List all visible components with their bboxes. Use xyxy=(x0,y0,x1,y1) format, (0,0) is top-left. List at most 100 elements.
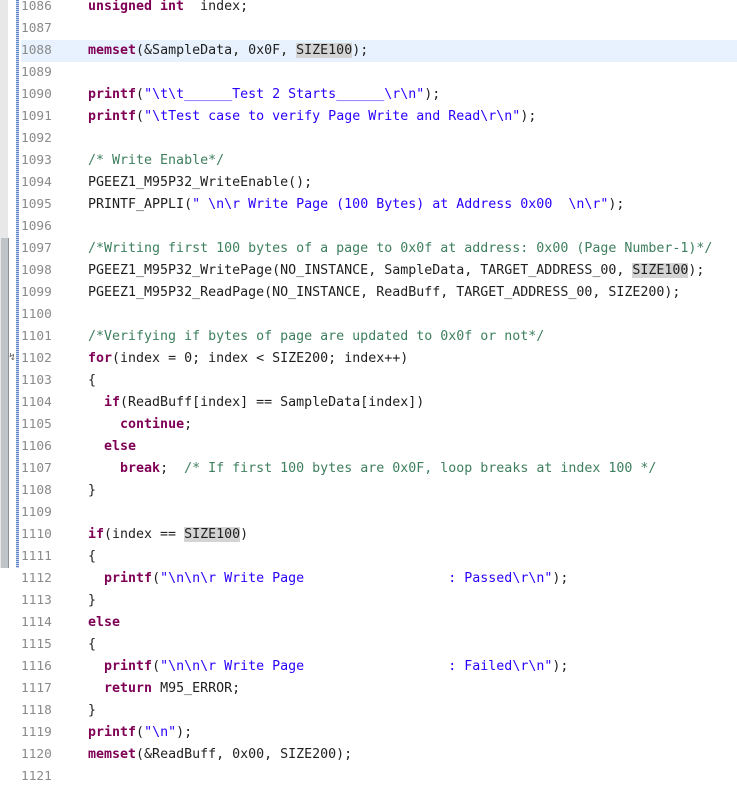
line-number: 1090 xyxy=(21,87,52,102)
code-token: { xyxy=(88,373,97,388)
line-code: unsigned int index; xyxy=(88,0,248,18)
code-line[interactable]: 1105 continue; xyxy=(21,414,737,436)
line-number: 1121 xyxy=(21,769,52,784)
code-line[interactable]: 1119 printf("\n"); xyxy=(21,722,737,744)
line-number: 1103 xyxy=(21,373,52,388)
code-token: index; xyxy=(184,0,249,14)
code-line[interactable]: 1087 xyxy=(21,18,737,40)
line-code: /*Writing first 100 bytes of a page to 0… xyxy=(88,238,712,260)
code-line[interactable]: 1103 { xyxy=(21,370,737,392)
code-token: PRINTF_APPLI( xyxy=(88,197,193,212)
line-code: memset(&ReadBuff, 0x00, SIZE200); xyxy=(88,744,352,766)
line-number: 1113 xyxy=(21,593,52,608)
code-line[interactable]: 1111 { xyxy=(21,546,737,568)
code-line[interactable]: 1088 memset(&SampleData, 0x0F, SIZE100); xyxy=(21,40,737,62)
code-line[interactable]: 1089 xyxy=(21,62,737,84)
comment-token: /*Writing first 100 bytes of a page to 0… xyxy=(88,241,713,256)
code-line[interactable]: 1110 if(index == SIZE100) xyxy=(21,524,737,546)
code-line[interactable]: 1108} xyxy=(21,480,737,502)
line-code: printf("\n\n\r Write Page : Failed\r\n")… xyxy=(88,656,568,678)
code-token: ; xyxy=(184,417,193,432)
keyword-token: else xyxy=(88,615,121,630)
breakpoint-icon[interactable]: ↯ xyxy=(9,352,15,363)
code-line[interactable]: 1121 xyxy=(21,766,737,788)
line-code: { xyxy=(88,370,96,392)
code-line[interactable]: 1117 return M95_ERROR; xyxy=(21,678,737,700)
code-line[interactable]: 1094 PGEEZ1_M95P32_WriteEnable(); xyxy=(21,172,737,194)
code-token: } xyxy=(88,593,97,608)
code-line[interactable]: 1099 PGEEZ1_M95P32_ReadPage(NO_INSTANCE, … xyxy=(21,282,737,304)
line-number: 1092 xyxy=(21,131,52,146)
code-line[interactable]: 1096 xyxy=(21,216,737,238)
line-number: 1108 xyxy=(21,483,52,498)
line-number: 1096 xyxy=(21,219,52,234)
code-line[interactable]: 1098 PGEEZ1_M95P32_WritePage(NO_INSTANCE,… xyxy=(21,260,737,282)
code-line[interactable]: 1104 if(ReadBuff[index] == SampleData[in… xyxy=(21,392,737,414)
keyword-token: for xyxy=(88,351,113,366)
line-number: 1120 xyxy=(21,747,52,762)
line-number: 1105 xyxy=(21,417,52,432)
line-code: printf("\t\t______Test 2 Starts______\r\… xyxy=(88,84,440,106)
line-code: { xyxy=(88,634,96,656)
code-token: ); xyxy=(608,197,625,212)
code-token: (index = 0; index < SIZE200; index++) xyxy=(112,351,409,366)
scroll-thumb[interactable] xyxy=(1,238,9,568)
code-line[interactable]: 1114 else xyxy=(21,612,737,634)
line-number: 1111 xyxy=(21,549,52,564)
code-line[interactable]: 1092 xyxy=(21,128,737,150)
code-token: } xyxy=(88,703,97,718)
code-line[interactable]: 1086 unsigned int index; xyxy=(21,0,737,18)
code-editor[interactable]: 1086 unsigned int index; 1087 1088 memset(&S… xyxy=(21,0,737,784)
code-line[interactable]: 1091 printf("\tTest case to verify Page W… xyxy=(21,106,737,128)
line-number: 1104 xyxy=(21,395,52,410)
code-token: ( xyxy=(136,87,145,102)
line-number: 1095 xyxy=(21,197,52,212)
line-number: 1112 xyxy=(21,571,52,586)
line-number: 1098 xyxy=(21,263,52,278)
code-line[interactable]: 1102 for(index = 0; index < SIZE200; inde… xyxy=(21,348,737,370)
code-line[interactable]: 1115 { xyxy=(21,634,737,656)
line-code: else xyxy=(88,612,120,634)
code-token: ); xyxy=(352,43,369,58)
code-line[interactable]: 1090 printf("\t\t______Test 2 Starts_____… xyxy=(21,84,737,106)
code-line[interactable]: 1097 /*Writing first 100 bytes of a page … xyxy=(21,238,737,260)
keyword-token: return xyxy=(104,681,153,696)
line-number: 1116 xyxy=(21,659,52,674)
comment-token: /* If first 100 bytes are 0x0F, loop bre… xyxy=(184,461,657,476)
line-number: 1091 xyxy=(21,109,52,124)
line-number: 1088 xyxy=(21,43,52,58)
code-token: PGEEZ1_M95P32_ReadPage(NO_INSTANCE, Read… xyxy=(88,285,681,300)
line-number: 1099 xyxy=(21,285,52,300)
line-code: /* Write Enable*/ xyxy=(88,150,224,172)
keyword-token: else xyxy=(104,439,137,454)
code-line[interactable]: 1116 printf("\n\n\r Write Page : Failed\… xyxy=(21,656,737,678)
code-line[interactable]: 1112 printf("\n\n\r Write Page : Passed\… xyxy=(21,568,737,590)
code-token: ( xyxy=(152,659,161,674)
line-code: if(index == SIZE100) xyxy=(88,524,248,546)
keyword-token: printf xyxy=(104,571,153,586)
line-number: 1110 xyxy=(21,527,52,542)
code-line[interactable]: 1113} xyxy=(21,590,737,612)
code-line[interactable]: 1095 PRINTF_APPLI(" \n\r Write Page (100 … xyxy=(21,194,737,216)
code-line[interactable]: 1106 else xyxy=(21,436,737,458)
line-code: { xyxy=(88,546,96,568)
string-token: "\t\t______Test 2 Starts______\r\n" xyxy=(144,87,425,102)
code-line[interactable]: 1101 /*Verifying if bytes of page are upd… xyxy=(21,326,737,348)
code-line[interactable]: 1100 xyxy=(21,304,737,326)
code-line[interactable]: 1107 break; /* If first 100 bytes are 0x… xyxy=(21,458,737,480)
line-number: 1107 xyxy=(21,461,52,476)
line-code: break; /* If first 100 bytes are 0x0F, l… xyxy=(88,458,656,480)
keyword-token: memset xyxy=(88,747,137,762)
code-line[interactable]: 1118} xyxy=(21,700,737,722)
code-token: (ReadBuff[index] == SampleData[index]) xyxy=(120,395,425,410)
line-number: 1100 xyxy=(21,307,52,322)
overview-ruler[interactable] xyxy=(16,0,19,568)
code-line[interactable]: 1120 memset(&ReadBuff, 0x00, SIZE200); xyxy=(21,744,737,766)
code-line[interactable]: 1109 xyxy=(21,502,737,524)
keyword-token: break xyxy=(120,461,161,476)
line-code: memset(&SampleData, 0x0F, SIZE100); xyxy=(88,40,368,62)
code-line[interactable]: 1093 /* Write Enable*/ xyxy=(21,150,737,172)
